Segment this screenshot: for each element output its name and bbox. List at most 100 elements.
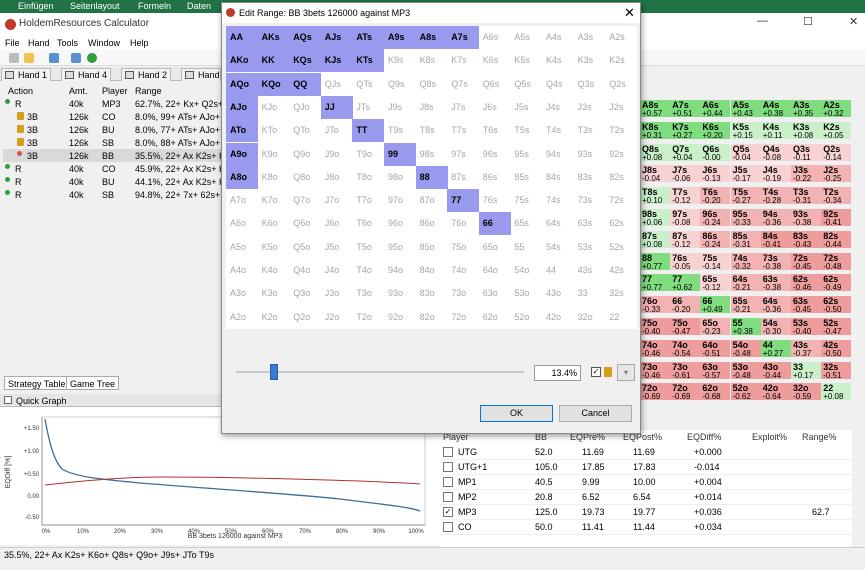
- hand-cell[interactable]: K7o: [258, 189, 290, 212]
- hand-cell[interactable]: 82o: [416, 306, 448, 329]
- hand-cell[interactable]: T8s: [416, 119, 448, 142]
- hand-cell[interactable]: K4o: [258, 259, 290, 282]
- equity-cell[interactable]: K7s +0.27: [670, 121, 701, 139]
- equity-cell[interactable]: Q5s -0.04: [730, 143, 761, 161]
- equity-cell[interactable]: 63o -0.57: [700, 361, 731, 379]
- menu-file[interactable]: File: [5, 38, 20, 48]
- hand-cell[interactable]: K5o: [258, 236, 290, 259]
- hand-cell[interactable]: 63o: [479, 282, 511, 305]
- hand-cell[interactable]: T3s: [574, 119, 606, 142]
- equity-cell[interactable]: 32o -0.59: [791, 383, 821, 401]
- col-header-range[interactable]: Range%: [802, 432, 837, 442]
- hand-cell[interactable]: Q7s: [447, 73, 479, 96]
- hand-cell[interactable]: 87o: [416, 189, 448, 212]
- hand-cell[interactable]: 72o: [447, 306, 479, 329]
- equity-cell[interactable]: J7s -0.06: [670, 165, 701, 183]
- hand-cell[interactable]: K2o: [258, 306, 290, 329]
- hand-cell[interactable]: A8o: [226, 165, 258, 189]
- player-checkbox[interactable]: ✓: [443, 507, 453, 517]
- range-slider-track[interactable]: [236, 371, 524, 373]
- equity-cell[interactable]: 63s -0.45: [791, 296, 821, 314]
- hand-cell[interactable]: A2s: [605, 26, 637, 49]
- equity-cell[interactable]: 62o -0.68: [700, 383, 731, 401]
- hand-cell[interactable]: AQo: [226, 72, 258, 96]
- equity-cell[interactable]: K2s +0.05: [821, 121, 852, 139]
- equity-cell[interactable]: 22 +0.08: [821, 383, 852, 401]
- hand-cell[interactable]: 75s: [510, 189, 542, 212]
- equity-cell[interactable]: 53s -0.40: [791, 318, 821, 336]
- hand-cell[interactable]: K3s: [574, 49, 606, 72]
- hand-cell[interactable]: T7o: [352, 189, 384, 212]
- hand-cell[interactable]: 95s: [510, 143, 542, 166]
- maximize-icon[interactable]: ☐: [803, 15, 813, 28]
- hand-cell[interactable]: K5s: [510, 49, 542, 72]
- equity-cell[interactable]: 64s -0.36: [760, 296, 791, 314]
- hand-cell[interactable]: 93o: [384, 282, 416, 305]
- tab-hand-1[interactable]: Hand 1: [1, 68, 52, 81]
- hand-cell[interactable]: QTs: [352, 73, 384, 96]
- equity-cell[interactable]: 72o -0.69: [670, 383, 701, 401]
- equity-cell[interactable]: A4s +0.38: [760, 100, 791, 118]
- player-row[interactable]: CO 50.0 11.41 11.44 +0.034: [440, 520, 852, 535]
- minimize-icon[interactable]: —: [757, 15, 768, 27]
- equity-cell[interactable]: 72o -0.69: [640, 383, 670, 401]
- equity-cell[interactable]: 76s -0.05: [670, 252, 701, 270]
- hand-cell[interactable]: K9s: [384, 49, 416, 72]
- hand-cell[interactable]: KQo: [257, 72, 290, 96]
- hand-cell[interactable]: T2s: [605, 119, 637, 142]
- hand-cell[interactable]: 73s: [574, 189, 606, 212]
- save-icon[interactable]: [49, 53, 59, 63]
- hand-cell[interactable]: 64o: [479, 259, 511, 282]
- tab-game-tree[interactable]: Game Tree: [66, 376, 120, 390]
- equity-cell[interactable]: 83s -0.43: [791, 230, 821, 248]
- hand-cell[interactable]: QQ: [289, 72, 322, 96]
- hand-cell[interactable]: J7o: [321, 189, 353, 212]
- hand-cell[interactable]: T7s: [447, 119, 479, 142]
- hand-cell[interactable]: Q2s: [605, 73, 637, 96]
- player-checkbox[interactable]: [443, 462, 453, 472]
- hand-cell[interactable]: 99: [384, 142, 416, 166]
- hand-cell[interactable]: T4s: [542, 119, 574, 142]
- tab-hand-other[interactable]: Hand: [181, 68, 221, 81]
- hand-cell[interactable]: 54s: [542, 236, 574, 259]
- hand-cell[interactable]: Q2o: [289, 306, 321, 329]
- hand-cell[interactable]: J3o: [321, 282, 353, 305]
- equity-cell[interactable]: 96s -0.24: [700, 209, 731, 227]
- hand-cell[interactable]: 65s: [510, 212, 542, 235]
- equity-cell[interactable]: 74s -0.32: [730, 252, 761, 270]
- equity-cell[interactable]: 44 +0.27: [760, 339, 791, 357]
- hand-cell[interactable]: T6o: [352, 212, 384, 235]
- hand-cell[interactable]: Q5s: [510, 73, 542, 96]
- hand-cell[interactable]: A7s: [447, 26, 480, 49]
- equity-cell[interactable]: K8s +0.31: [640, 121, 670, 139]
- equity-cell[interactable]: 42o -0.64: [760, 383, 791, 401]
- equity-cell[interactable]: 73o -0.61: [670, 361, 701, 379]
- hand-cell[interactable]: Q8s: [416, 73, 448, 96]
- equity-cell[interactable]: Q6s -0.00: [700, 143, 731, 161]
- hand-cell[interactable]: 86s: [479, 166, 511, 189]
- equity-cell[interactable]: 84s -0.41: [760, 230, 791, 248]
- player-checkbox[interactable]: [443, 522, 453, 532]
- hand-cell[interactable]: KJo: [258, 96, 290, 119]
- hand-cell[interactable]: QTo: [289, 119, 321, 142]
- hand-cell[interactable]: 98s: [416, 143, 448, 166]
- ribbon-tab[interactable]: Formeln: [138, 1, 171, 11]
- hand-cell[interactable]: T3o: [352, 282, 384, 305]
- equity-cell[interactable]: 64o -0.51: [700, 339, 731, 357]
- hand-cell[interactable]: KQs: [289, 49, 322, 73]
- equity-cell[interactable]: 93s -0.38: [791, 209, 821, 227]
- equity-cell[interactable]: 66 +0.49: [700, 296, 731, 314]
- hand-cell[interactable]: 52s: [605, 236, 637, 259]
- hand-cell[interactable]: Q4s: [542, 73, 574, 96]
- player-checkbox[interactable]: [443, 477, 453, 487]
- hand-cell[interactable]: 93s: [574, 143, 606, 166]
- hand-cell[interactable]: J6o: [321, 212, 353, 235]
- hand-cell[interactable]: JTo: [321, 119, 353, 142]
- hand-cell[interactable]: T9o: [352, 143, 384, 166]
- equity-cell[interactable]: 94s -0.36: [760, 209, 791, 227]
- equity-cell[interactable]: 65s -0.21: [730, 296, 761, 314]
- player-checkbox[interactable]: [443, 492, 453, 502]
- equity-cell[interactable]: A6s +0.44: [700, 100, 731, 118]
- hand-cell[interactable]: KTs: [352, 49, 385, 73]
- hand-cell[interactable]: 94s: [542, 143, 574, 166]
